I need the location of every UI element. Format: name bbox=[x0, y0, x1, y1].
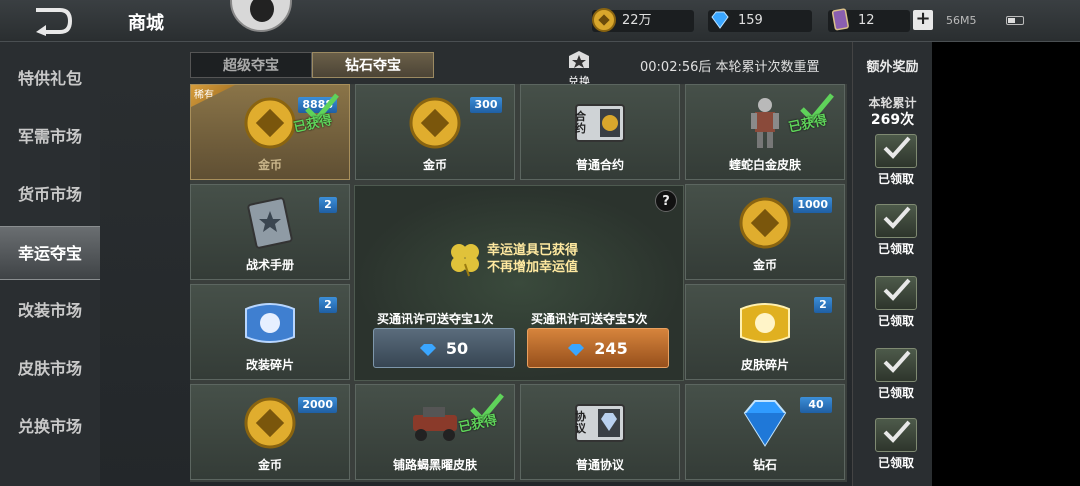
prize-label: 铺路蝎黑曜皮肤 bbox=[392, 458, 477, 472]
gold-counter: 22万 bbox=[592, 8, 694, 32]
prize-cell[interactable]: 合约 普通合约 bbox=[520, 84, 680, 180]
card-amount: 12 bbox=[858, 13, 875, 28]
battery-icon bbox=[1006, 16, 1024, 25]
amount-badge: 300 bbox=[470, 97, 502, 113]
diamond-icon bbox=[419, 343, 436, 356]
sidebar-item-lucky-draw[interactable]: 幸运夺宝 bbox=[0, 226, 100, 280]
diamond-counter: 159 bbox=[708, 10, 812, 32]
prize-cell[interactable]: 稀有 8888 已获得 金币 bbox=[190, 84, 350, 180]
prize-cell[interactable]: 2000 金币 bbox=[190, 384, 350, 480]
prize-cell[interactable]: 300 金币 bbox=[355, 84, 515, 180]
prize-cell[interactable]: 协议 普通协议 bbox=[520, 384, 680, 480]
reward-chest[interactable]: 已领取 bbox=[871, 272, 921, 328]
tab-diamond-draw[interactable]: 钻石夺宝 bbox=[312, 52, 434, 78]
back-icon bbox=[36, 8, 73, 36]
back-button[interactable] bbox=[30, 6, 78, 36]
prize-label: 战术手册 bbox=[245, 258, 294, 272]
check-icon bbox=[883, 206, 911, 229]
reward-chest[interactable]: 已领取 bbox=[871, 344, 921, 400]
add-currency-button[interactable]: + bbox=[913, 10, 933, 30]
amount-badge: 2 bbox=[319, 197, 337, 213]
card-counter: 12 bbox=[828, 8, 910, 32]
sidebar-item-military-market[interactable]: 军需市场 bbox=[0, 110, 100, 164]
amount-badge: 2 bbox=[319, 297, 337, 313]
buy5-label: 买通讯许可送夺宝5次 bbox=[531, 312, 648, 326]
prize-label: 金币 bbox=[257, 458, 282, 472]
prize-cell[interactable]: 2 战术手册 bbox=[190, 184, 350, 280]
obtained-stamp: 已获得 bbox=[784, 91, 840, 141]
sidebar-item-skin-market[interactable]: 皮肤市场 bbox=[0, 342, 100, 396]
amount-badge: 2 bbox=[814, 297, 832, 313]
sidebar: 特供礼包 军需市场 货币市场 幸运夺宝 改装市场 皮肤市场 兑换市场 bbox=[0, 42, 100, 486]
amount-badge: 1000 bbox=[793, 197, 832, 213]
top-bar: 商城 22万 159 12 + 56M5 bbox=[0, 0, 1080, 42]
draw-panel: ? 幸运道具已获得 不再增加幸运值 买通讯许可送夺宝1次 买通讯许可送夺宝5次 … bbox=[354, 185, 684, 381]
exchange-icon bbox=[569, 51, 589, 68]
prize-cell[interactable]: 2 皮肤碎片 bbox=[685, 284, 845, 380]
mod-fragment-icon bbox=[245, 303, 295, 343]
right-edge-area bbox=[932, 42, 1080, 486]
check-icon bbox=[883, 350, 911, 373]
skin-fragment-icon bbox=[740, 303, 790, 343]
prize-cell[interactable]: 1000 金币 bbox=[685, 184, 845, 280]
lucky-status: 幸运道具已获得 不再增加幸运值 bbox=[487, 243, 579, 275]
extra-reward-panel: 额外奖励 本轮累计 269次 已领取 已领取 已领取 已领取 已领取 bbox=[852, 42, 932, 486]
gold-coin-icon bbox=[244, 397, 296, 449]
check-icon bbox=[883, 420, 911, 443]
help-button[interactable]: ? bbox=[655, 190, 677, 212]
tab-super-draw[interactable]: 超级夺宝 bbox=[190, 52, 312, 78]
protocol-icon-text: 协议 bbox=[575, 410, 586, 435]
network-indicator: 56M5 bbox=[946, 14, 977, 27]
diamond-icon bbox=[711, 11, 729, 29]
check-icon bbox=[883, 136, 911, 159]
avatar[interactable] bbox=[230, 0, 292, 32]
gold-coin-icon bbox=[592, 8, 616, 32]
reward-chest[interactable]: 已领取 bbox=[871, 200, 921, 256]
page-title: 商城 bbox=[128, 13, 164, 34]
sidebar-item-special-pack[interactable]: 特供礼包 bbox=[0, 52, 100, 106]
clover-icon bbox=[451, 244, 479, 277]
exchange-button[interactable]: 兑换 bbox=[562, 50, 596, 88]
prize-cell[interactable]: 40 钻石 bbox=[685, 384, 845, 480]
prize-cell[interactable]: 2 改装碎片 bbox=[190, 284, 350, 380]
diamond-icon bbox=[568, 343, 585, 356]
contract-icon-text: 合约 bbox=[575, 110, 586, 135]
prize-label: 金币 bbox=[752, 258, 777, 272]
gold-amount: 22万 bbox=[622, 13, 652, 28]
prize-label: 普通合约 bbox=[575, 158, 624, 172]
amount-badge: 40 bbox=[800, 397, 832, 413]
prize-label: 金币 bbox=[422, 158, 447, 172]
prize-label: 皮肤碎片 bbox=[740, 358, 789, 372]
reset-timer: 00:02:56后 本轮累计次数重置 bbox=[640, 60, 820, 75]
sidebar-item-exchange-market[interactable]: 兑换市场 bbox=[0, 400, 100, 454]
obtained-stamp: 已获得 bbox=[289, 91, 345, 141]
gold-coin-icon bbox=[409, 97, 461, 149]
prize-cell[interactable]: 已获得 蝰蛇白金皮肤 bbox=[685, 84, 845, 180]
prize-label: 蝰蛇白金皮肤 bbox=[728, 158, 801, 172]
check-icon bbox=[883, 278, 911, 301]
sidebar-item-mod-market[interactable]: 改装市场 bbox=[0, 284, 100, 338]
prize-label: 钻石 bbox=[752, 458, 777, 472]
rare-tag: 稀有 bbox=[191, 85, 235, 107]
extra-reward-title: 额外奖励 bbox=[866, 60, 919, 75]
reward-chest[interactable]: 已领取 bbox=[871, 414, 921, 470]
prize-label: 普通协议 bbox=[575, 458, 624, 472]
buy-once-button[interactable]: 50 bbox=[373, 328, 515, 368]
round-total-count: 269次 bbox=[870, 112, 915, 128]
shop-screen: { "header": { "title": "商城", "gold": "22… bbox=[0, 0, 1080, 486]
amount-badge: 2000 bbox=[298, 397, 337, 413]
manual-book-icon bbox=[247, 197, 293, 249]
prize-cell[interactable]: 已获得 铺路蝎黑曜皮肤 bbox=[355, 384, 515, 480]
prize-label: 改装碎片 bbox=[245, 358, 294, 372]
obtained-stamp: 已获得 bbox=[454, 391, 510, 441]
prize-label: 金币 bbox=[257, 158, 282, 172]
buy1-label: 买通讯许可送夺宝1次 bbox=[377, 312, 494, 326]
sidebar-item-currency-market[interactable]: 货币市场 bbox=[0, 168, 100, 222]
gold-coin-icon bbox=[739, 197, 791, 249]
card-icon bbox=[831, 8, 849, 31]
diamond-icon bbox=[743, 400, 787, 447]
buy-five-button[interactable]: 245 bbox=[527, 328, 669, 368]
reward-chest[interactable]: 已领取 bbox=[871, 130, 921, 186]
diamond-amount: 159 bbox=[738, 13, 763, 28]
